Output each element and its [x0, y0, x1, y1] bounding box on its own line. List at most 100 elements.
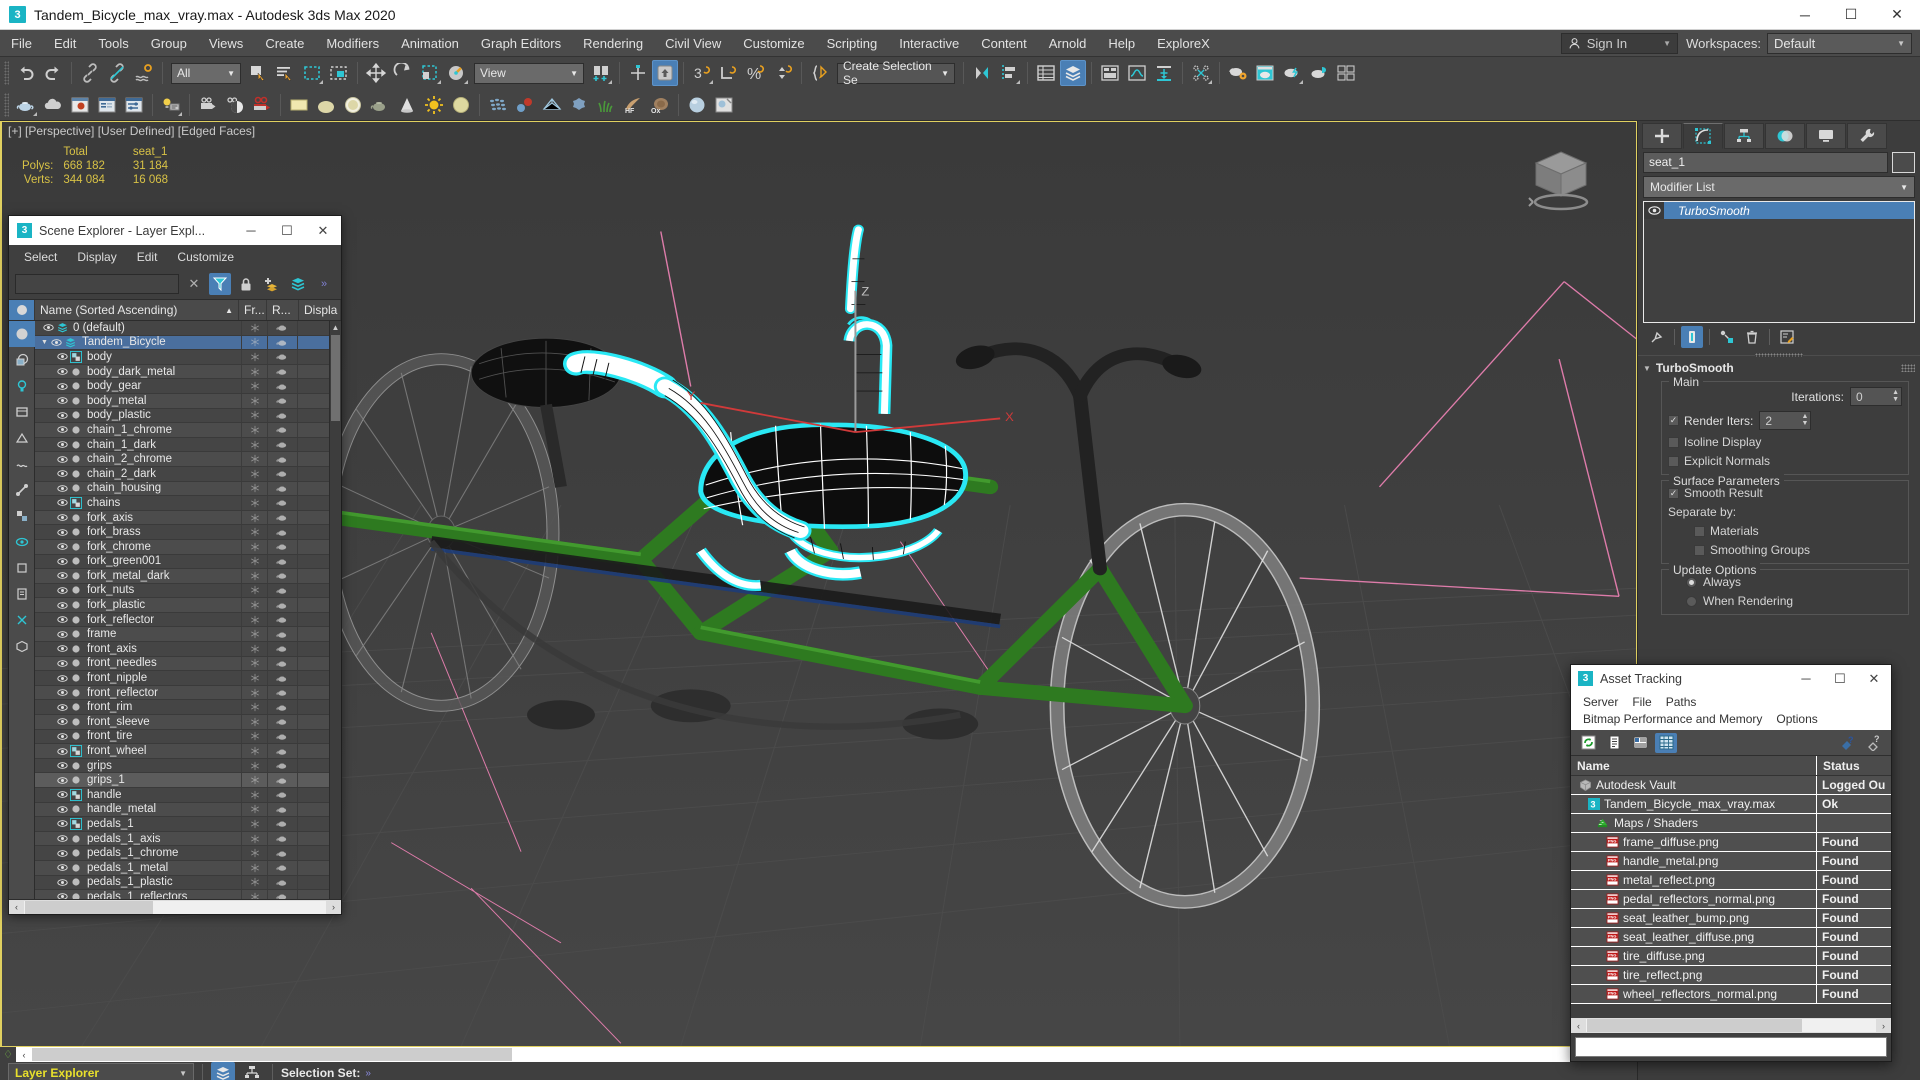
refresh-icon[interactable] [1577, 733, 1599, 753]
object-type-icon[interactable] [69, 381, 83, 391]
render-cell[interactable] [267, 802, 297, 817]
chevron-down-icon[interactable]: ▼ [1663, 39, 1671, 48]
expand-triangle-icon[interactable]: ▼ [41, 339, 48, 346]
helper-object-button[interactable] [539, 92, 565, 118]
scene-explorer-row[interactable]: fork_axis [35, 510, 329, 526]
at-menu-file[interactable]: File [1626, 695, 1657, 709]
display-cell[interactable] [297, 656, 329, 671]
render-cell[interactable] [267, 510, 297, 525]
toggle-ribbon-button[interactable] [1097, 60, 1123, 86]
scene-explorer-row[interactable]: pedals_1 [35, 817, 329, 832]
utilities-tab[interactable] [1847, 123, 1887, 149]
render-cell[interactable] [267, 627, 297, 642]
freeze-cell[interactable] [241, 890, 267, 899]
freeze-cell[interactable] [241, 554, 267, 569]
vray-frame-buffer-button[interactable] [711, 92, 737, 118]
object-type-icon[interactable] [69, 410, 83, 420]
particle-system-button[interactable] [485, 92, 511, 118]
freeze-cell[interactable] [241, 539, 267, 554]
scroll-left-arrow[interactable]: ‹ [9, 902, 24, 912]
scrollbar-thumb[interactable] [32, 1048, 512, 1061]
scene-explorer-row[interactable]: front_nipple [35, 671, 329, 686]
display-cell[interactable] [297, 729, 329, 744]
column-header-display[interactable]: Displa [299, 300, 341, 320]
overflow-icon[interactable]: » [365, 1068, 371, 1079]
object-type-icon[interactable] [69, 877, 83, 887]
display-cell[interactable] [297, 744, 329, 758]
visibility-toggle-icon[interactable] [55, 557, 69, 566]
object-type-icon[interactable] [69, 483, 83, 493]
help-icon[interactable]: ? [1837, 733, 1859, 753]
spinner-arrows-icon[interactable]: ▲ ▼ [1801, 413, 1808, 427]
cone-primitive-button[interactable] [394, 92, 420, 118]
close-button[interactable]: ✕ [1874, 0, 1920, 29]
materials-row[interactable]: Materials [1668, 524, 1902, 538]
menu-item-tools[interactable]: Tools [87, 30, 139, 56]
render-cell[interactable] [267, 788, 297, 802]
freeze-cell[interactable] [241, 831, 267, 846]
freeze-cell[interactable] [241, 321, 267, 335]
selection-filter-select[interactable]: All ▼ [171, 62, 241, 84]
freeze-cell[interactable] [241, 350, 267, 364]
list-view-icon[interactable] [1603, 733, 1625, 753]
object-type-icon[interactable] [69, 367, 83, 377]
window-crossing-toggle-button[interactable] [326, 60, 352, 86]
material-explorer-button[interactable] [94, 92, 120, 118]
visibility-toggle-icon[interactable] [55, 498, 69, 507]
visibility-toggle-icon[interactable] [55, 688, 69, 697]
render-cell[interactable] [267, 729, 297, 744]
modifier-stack[interactable]: TurboSmooth [1643, 201, 1915, 323]
scrollbar-thumb[interactable] [1587, 1019, 1802, 1032]
visibility-toggle-icon[interactable] [55, 892, 69, 899]
visibility-toggle-icon[interactable] [55, 659, 69, 668]
freeze-cell[interactable] [241, 656, 267, 671]
render-cell[interactable] [267, 656, 297, 671]
menu-item-edit[interactable]: Edit [43, 30, 87, 56]
asset-path-input[interactable] [1575, 1037, 1887, 1057]
se-menu-edit[interactable]: Edit [128, 247, 167, 267]
snaps-toggle-button[interactable]: 3 [689, 60, 715, 86]
clear-search-icon[interactable]: ✕ [183, 273, 205, 295]
visibility-toggle-icon[interactable] [55, 761, 69, 770]
scroll-right-arrow[interactable]: › [326, 902, 341, 912]
scene-explorer-row[interactable]: chain_1_chrome [35, 423, 329, 438]
se-menu-display[interactable]: Display [68, 247, 125, 267]
display-cell[interactable] [297, 452, 329, 466]
light-lister-button[interactable] [158, 92, 184, 118]
display-cell[interactable] [297, 671, 329, 685]
light-mode-icon[interactable] [9, 373, 35, 399]
camera-mode-icon[interactable] [9, 399, 35, 425]
menu-item-scripting[interactable]: Scripting [816, 30, 889, 56]
unlink-selection-button[interactable] [104, 60, 130, 86]
freeze-cell[interactable] [241, 583, 267, 598]
workspace-select[interactable]: Default ▼ [1767, 32, 1912, 54]
se-menu-select[interactable]: Select [15, 247, 66, 267]
slate-material-editor-button[interactable] [121, 92, 147, 118]
hierarchy-tab[interactable] [1724, 123, 1764, 149]
scene-explorer-row[interactable]: chain_housing [35, 481, 329, 497]
render-cell[interactable] [267, 744, 297, 758]
render-cell[interactable] [267, 715, 297, 729]
hemisphere-primitive-button[interactable] [340, 92, 366, 118]
render-cell[interactable] [267, 817, 297, 831]
scene-explorer-row[interactable]: chain_1_dark [35, 437, 329, 453]
teapot-primitive-button[interactable] [13, 92, 39, 118]
scene-explorer-row[interactable]: fork_chrome [35, 539, 329, 555]
freeze-cell[interactable] [241, 671, 267, 685]
scroll-up-arrow[interactable]: ▲ [330, 321, 341, 334]
display-cell[interactable] [297, 364, 329, 379]
column-header-status[interactable]: Status [1817, 756, 1891, 775]
explicit-normals-row[interactable]: Explicit Normals [1668, 454, 1902, 468]
asset-tracking-row[interactable]: PNG seat_leather_diffuse.png Found [1571, 928, 1891, 947]
panel-resize-handle[interactable] [1638, 351, 1920, 359]
smooth-result-row[interactable]: ✓ Smooth Result [1668, 486, 1902, 500]
column-header-frozen[interactable]: Fr... [239, 300, 267, 320]
freeze-cell[interactable] [241, 393, 267, 408]
display-cell[interactable] [297, 569, 329, 583]
se-menu-customize[interactable]: Customize [168, 247, 243, 267]
object-name-field[interactable]: seat_1 [1643, 151, 1888, 173]
object-type-icon[interactable] [69, 673, 83, 683]
display-cell[interactable] [297, 437, 329, 452]
freeze-cell[interactable] [241, 510, 267, 525]
object-type-icon[interactable] [69, 425, 83, 435]
